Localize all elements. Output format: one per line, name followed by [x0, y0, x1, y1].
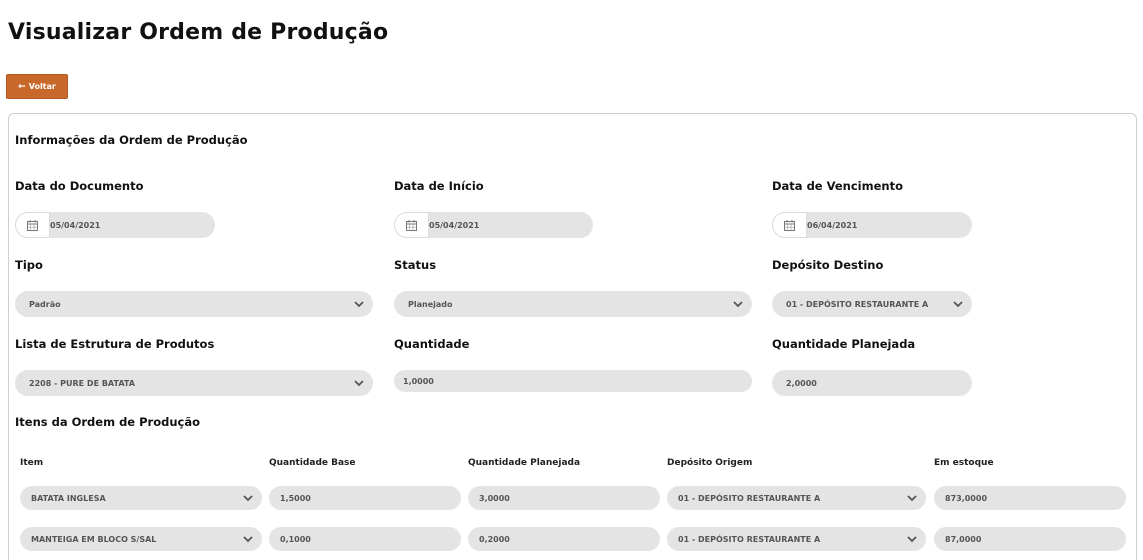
item-select[interactable]: MANTEIGA EM BLOCO S/SAL	[20, 527, 262, 551]
deposito-origem-select[interactable]: 01 - DEPÓSITO RESTAURANTE A	[667, 527, 926, 551]
calendar-icon	[15, 212, 50, 238]
items-section-title: Itens da Ordem de Produção	[15, 415, 201, 429]
start-date-field[interactable]: 05/04/2021	[394, 212, 593, 238]
quantidade-planejada-item-value: 3,0000	[479, 493, 510, 503]
lista-value: 2208 - PURE DE BATATA	[29, 378, 135, 388]
quantidade-base-field[interactable]: 0,1000	[269, 527, 461, 551]
due-date-field[interactable]: 06/04/2021	[772, 212, 972, 238]
quantidade-planejada-item-field[interactable]: 3,0000	[468, 486, 660, 510]
column-header-quantidade-base: Quantidade Base	[269, 458, 356, 468]
chevron-down-icon	[953, 301, 963, 308]
doc-date-label: Data do Documento	[15, 179, 144, 193]
doc-date-value: 05/04/2021	[50, 220, 101, 230]
status-value: Planejado	[408, 299, 453, 309]
chevron-down-icon	[907, 495, 917, 502]
start-date-label: Data de Início	[394, 179, 484, 193]
tipo-label: Tipo	[15, 258, 43, 272]
calendar-icon	[772, 212, 807, 238]
chevron-down-icon	[733, 301, 743, 308]
quantidade-base-value: 0,1000	[280, 534, 311, 544]
deposito-origem-value: 01 - DEPÓSITO RESTAURANTE A	[678, 534, 821, 544]
quantidade-planejada-label: Quantidade Planejada	[772, 337, 916, 351]
deposito-origem-select[interactable]: 01 - DEPÓSITO RESTAURANTE A	[667, 486, 926, 510]
doc-date-field[interactable]: 05/04/2021	[15, 212, 215, 238]
em-estoque-value: 87,0000	[945, 534, 982, 544]
tipo-select[interactable]: Padrão	[15, 291, 373, 317]
em-estoque-field: 873,0000	[934, 486, 1126, 510]
quantidade-label: Quantidade	[394, 337, 470, 351]
quantidade-planejada-value: 2,0000	[786, 378, 817, 388]
quantidade-base-value: 1,5000	[280, 493, 311, 503]
status-select[interactable]: Planejado	[394, 291, 752, 317]
due-date-value: 06/04/2021	[807, 220, 858, 230]
quantidade-planejada-field[interactable]: 2,0000	[772, 370, 972, 396]
deposito-destino-select[interactable]: 01 - DEPÓSITO RESTAURANTE A	[772, 291, 972, 317]
em-estoque-field: 87,0000	[934, 527, 1126, 551]
deposito-destino-value: 01 - DEPÓSITO RESTAURANTE A	[786, 299, 929, 309]
quantidade-planejada-item-field[interactable]: 0,2000	[468, 527, 660, 551]
column-header-em-estoque: Em estoque	[934, 458, 994, 468]
item-select[interactable]: BATATA INGLESA	[20, 486, 262, 510]
em-estoque-value: 873,0000	[945, 493, 988, 503]
tipo-value: Padrão	[29, 299, 61, 309]
arrow-left-icon: ←	[18, 81, 26, 92]
due-date-label: Data de Vencimento	[772, 179, 903, 193]
item-value: MANTEIGA EM BLOCO S/SAL	[31, 534, 157, 544]
column-header-deposito-origem: Depósito Origem	[667, 458, 753, 468]
quantidade-value: 1,0000	[403, 376, 434, 386]
chevron-down-icon	[907, 536, 917, 543]
chevron-down-icon	[354, 380, 364, 387]
chevron-down-icon	[243, 495, 253, 502]
info-section-title: Informações da Ordem de Produção	[15, 133, 248, 147]
page-title: Visualizar Ordem de Produção	[8, 20, 389, 45]
back-button-label: Voltar	[28, 82, 56, 91]
quantidade-planejada-item-value: 0,2000	[479, 534, 510, 544]
column-header-quantidade-planejada: Quantidade Planejada	[468, 458, 581, 468]
quantidade-field[interactable]: 1,0000	[394, 370, 752, 392]
chevron-down-icon	[243, 536, 253, 543]
chevron-down-icon	[354, 301, 364, 308]
quantidade-base-field[interactable]: 1,5000	[269, 486, 461, 510]
deposito-origem-value: 01 - DEPÓSITO RESTAURANTE A	[678, 493, 821, 503]
deposito-destino-label: Depósito Destino	[772, 258, 884, 272]
lista-label: Lista de Estrutura de Produtos	[15, 337, 215, 351]
lista-select[interactable]: 2208 - PURE DE BATATA	[15, 370, 373, 396]
item-value: BATATA INGLESA	[31, 493, 106, 503]
column-header-item: Item	[20, 458, 44, 468]
calendar-icon	[394, 212, 429, 238]
back-button[interactable]: ← Voltar	[6, 74, 68, 99]
start-date-value: 05/04/2021	[429, 220, 480, 230]
status-label: Status	[394, 258, 437, 272]
